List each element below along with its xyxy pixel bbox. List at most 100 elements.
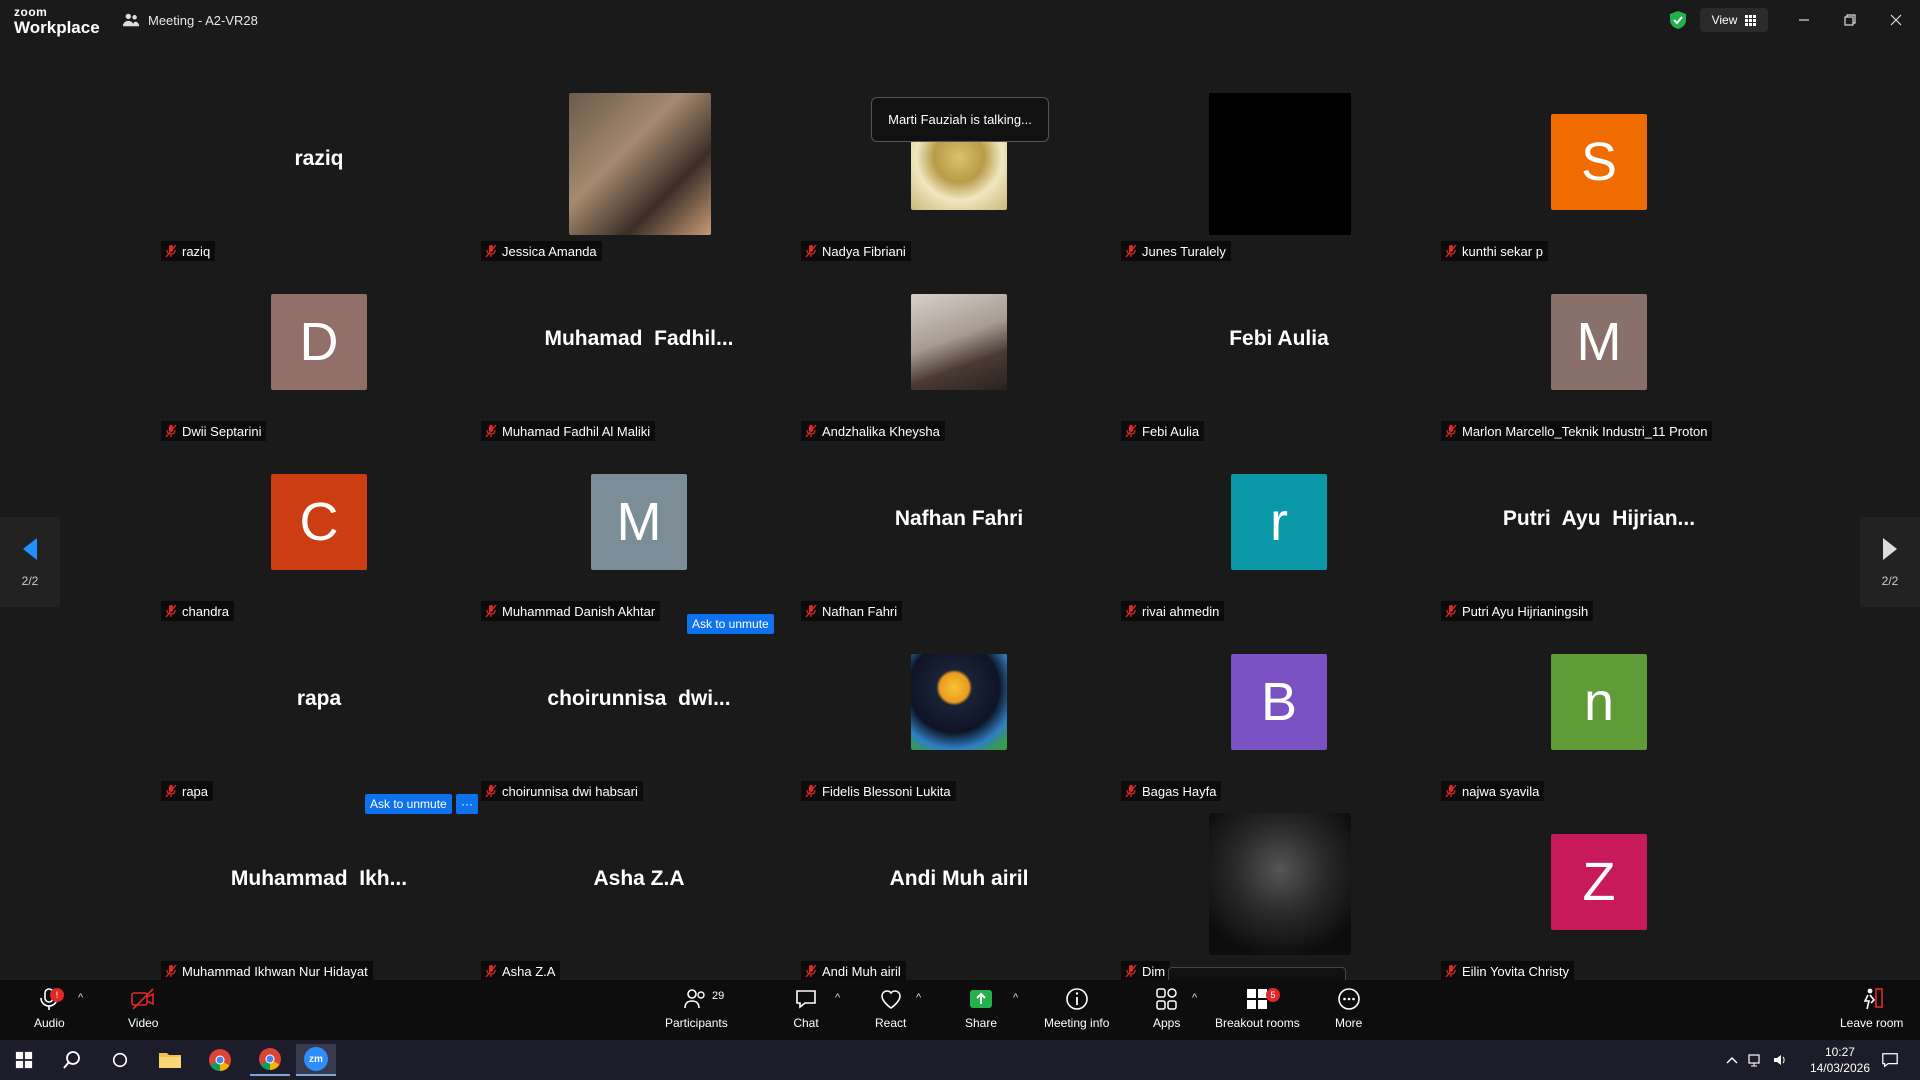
participant-tile[interactable]: Fidelis Blessoni Lukita [799, 613, 1119, 801]
chrome-button[interactable] [200, 1044, 240, 1076]
participant-name-tag: najwa syavila [1441, 781, 1545, 801]
participant-tile[interactable]: Muhammad Ikh... Muhammad Ikhwan Nur Hiday… [159, 793, 479, 981]
participant-name: Asha Z.A [502, 963, 556, 979]
share-options-caret[interactable]: ^ [1013, 992, 1018, 1004]
react-button[interactable]: React [875, 986, 906, 1030]
search-button[interactable] [52, 1044, 92, 1076]
participant-tile[interactable]: Cchandra [159, 433, 479, 621]
ask-to-unmute-button[interactable]: Ask to unmute [687, 614, 774, 634]
chat-icon [796, 990, 816, 1009]
participant-name-tag: Marlon Marcello_Teknik Industri_11 Proto… [1441, 421, 1713, 441]
apps-label: Apps [1153, 1016, 1181, 1030]
apps-icon [1155, 988, 1177, 1010]
participant-name: Muhammad Ikhwan Nur Hidayat [182, 963, 368, 979]
zoom-taskbar-button[interactable]: zm [296, 1044, 336, 1076]
chat-options-caret[interactable]: ^ [835, 992, 840, 1004]
participant-tile[interactable]: Febi Aulia Febi Aulia [1119, 253, 1439, 441]
participant-tile[interactable]: Z Eilin Yovita Christy [1439, 793, 1759, 981]
participant-tile[interactable]: D Dwii Septarini [159, 253, 479, 441]
restore-button[interactable] [1836, 8, 1864, 32]
participant-tile[interactable]: Andi Muh airil Andi Muh airil [799, 793, 1119, 981]
more-options-button[interactable]: ··· [456, 794, 478, 814]
arrow-right-icon [1883, 538, 1897, 560]
profile-photo [911, 294, 1007, 390]
participant-tile[interactable]: rapa rapa [159, 613, 479, 801]
network-icon[interactable] [1748, 1052, 1764, 1068]
muted-mic-icon [485, 424, 497, 438]
participant-name-tag: choirunnisa dwi habsari [481, 781, 643, 801]
share-button[interactable]: Share [965, 986, 997, 1030]
more-button[interactable]: More [1335, 986, 1362, 1030]
ask-to-unmute-button[interactable]: Ask to unmute [365, 794, 452, 814]
muted-mic-icon [805, 244, 817, 258]
apps-button[interactable]: Apps [1153, 986, 1180, 1030]
profile-photo [911, 654, 1007, 750]
participant-tile[interactable]: Dim [1119, 793, 1439, 981]
volume-icon[interactable] [1772, 1052, 1788, 1068]
participant-tile[interactable]: Putri Ayu Hijrian... Putri Ayu Hijrianing… [1439, 433, 1759, 621]
previous-page-button[interactable]: 2/2 [0, 517, 60, 607]
avatar-initial: B [1231, 654, 1327, 750]
participant-name: Putri Ayu Hijrianingsih [1462, 603, 1589, 619]
participant-tile[interactable]: Muhamad Fadhil... Muhamad Fadhil Al Malik… [479, 253, 799, 441]
participant-name-tag: Muhammad Ikhwan Nur Hidayat [161, 961, 373, 981]
leave-room-button[interactable]: Leave room [1840, 986, 1903, 1030]
participant-name-tag: Putri Ayu Hijrianingsih [1441, 601, 1594, 621]
participant-tile[interactable]: Asha Z.A Asha Z.A [479, 793, 799, 981]
participant-tile[interactable]: Nafhan Fahri Nafhan Fahri [799, 433, 1119, 621]
chrome-icon [259, 1048, 281, 1070]
participants-icon [684, 989, 706, 1009]
notifications-button[interactable] [1870, 1044, 1910, 1076]
chat-button[interactable]: Chat [793, 986, 819, 1030]
participant-name-tag: Eilin Yovita Christy [1441, 961, 1574, 981]
avatar-initial: D [271, 294, 367, 390]
participant-name: Jessica Amanda [502, 243, 597, 259]
chevron-up-icon[interactable] [1726, 1054, 1738, 1066]
start-button[interactable] [4, 1044, 44, 1076]
taskbar-clock[interactable]: 10:27 14/03/2026 [1810, 1044, 1870, 1076]
muted-mic-icon [485, 244, 497, 258]
participant-display-name: Muhammad Ikh... [230, 867, 408, 890]
participant-tile[interactable]: Junes Turalely [1119, 73, 1439, 261]
muted-mic-icon [1445, 784, 1457, 798]
meeting-info-button[interactable]: Meeting info [1044, 986, 1109, 1030]
participant-display-name: choirunnisa dwi... [547, 687, 731, 710]
next-page-button[interactable]: 2/2 [1860, 517, 1920, 607]
react-options-caret[interactable]: ^ [916, 992, 921, 1004]
chrome-profile-button[interactable] [250, 1044, 290, 1076]
participant-tile[interactable]: M Muhammad Danish Akhtar [479, 433, 799, 621]
close-button[interactable] [1882, 8, 1910, 32]
video-button[interactable]: Video [128, 986, 158, 1030]
participant-tile[interactable]: B Bagas Hayfa [1119, 613, 1439, 801]
participant-name: Andi Muh airil [822, 963, 901, 979]
participant-tile[interactable]: Jessica Amanda [479, 73, 799, 261]
muted-mic-icon [1125, 784, 1137, 798]
file-explorer-button[interactable] [150, 1044, 190, 1076]
breakout-rooms-button[interactable]: Breakout rooms [1215, 986, 1300, 1030]
muted-mic-icon [165, 784, 177, 798]
muted-mic-icon [805, 964, 817, 978]
title-bar: zoom Workplace Meeting - A2-VR28 View [0, 0, 1920, 44]
participant-tile[interactable]: n najwa syavila [1439, 613, 1759, 801]
participant-tile[interactable]: Andzhalika Kheysha [799, 253, 1119, 441]
apps-options-caret[interactable]: ^ [1192, 992, 1197, 1004]
participant-tile[interactable]: Skunthi sekar p [1439, 73, 1759, 261]
participant-tile[interactable]: M Marlon Marcello_Teknik Industri_11 Prot… [1439, 253, 1759, 441]
participant-name: Fidelis Blessoni Lukita [822, 783, 951, 799]
clock-date: 14/03/2026 [1809, 1061, 1870, 1075]
participant-name: najwa syavila [1462, 783, 1540, 799]
page-indicator-left: 2/2 [21, 574, 39, 588]
more-icon [1337, 988, 1360, 1010]
audio-options-caret[interactable]: ^ [78, 992, 83, 1004]
participant-name: Junes Turalely [1142, 243, 1226, 259]
security-shield-icon[interactable] [1668, 10, 1688, 30]
minimize-button[interactable] [1790, 8, 1818, 32]
participant-tile[interactable]: r rivai ahmedin [1119, 433, 1439, 621]
participant-display-name: Asha Z.A [593, 867, 685, 890]
participant-display-name: Andi Muh airil [889, 867, 1029, 890]
participant-tile[interactable]: raziq raziq [159, 73, 479, 261]
participant-tile[interactable]: choirunnisa dwi... choirunnisa dwi habsar… [479, 613, 799, 801]
participant-display-name: Febi Aulia [1229, 327, 1329, 350]
view-button[interactable]: View [1700, 8, 1768, 32]
task-view-button[interactable] [100, 1044, 140, 1076]
